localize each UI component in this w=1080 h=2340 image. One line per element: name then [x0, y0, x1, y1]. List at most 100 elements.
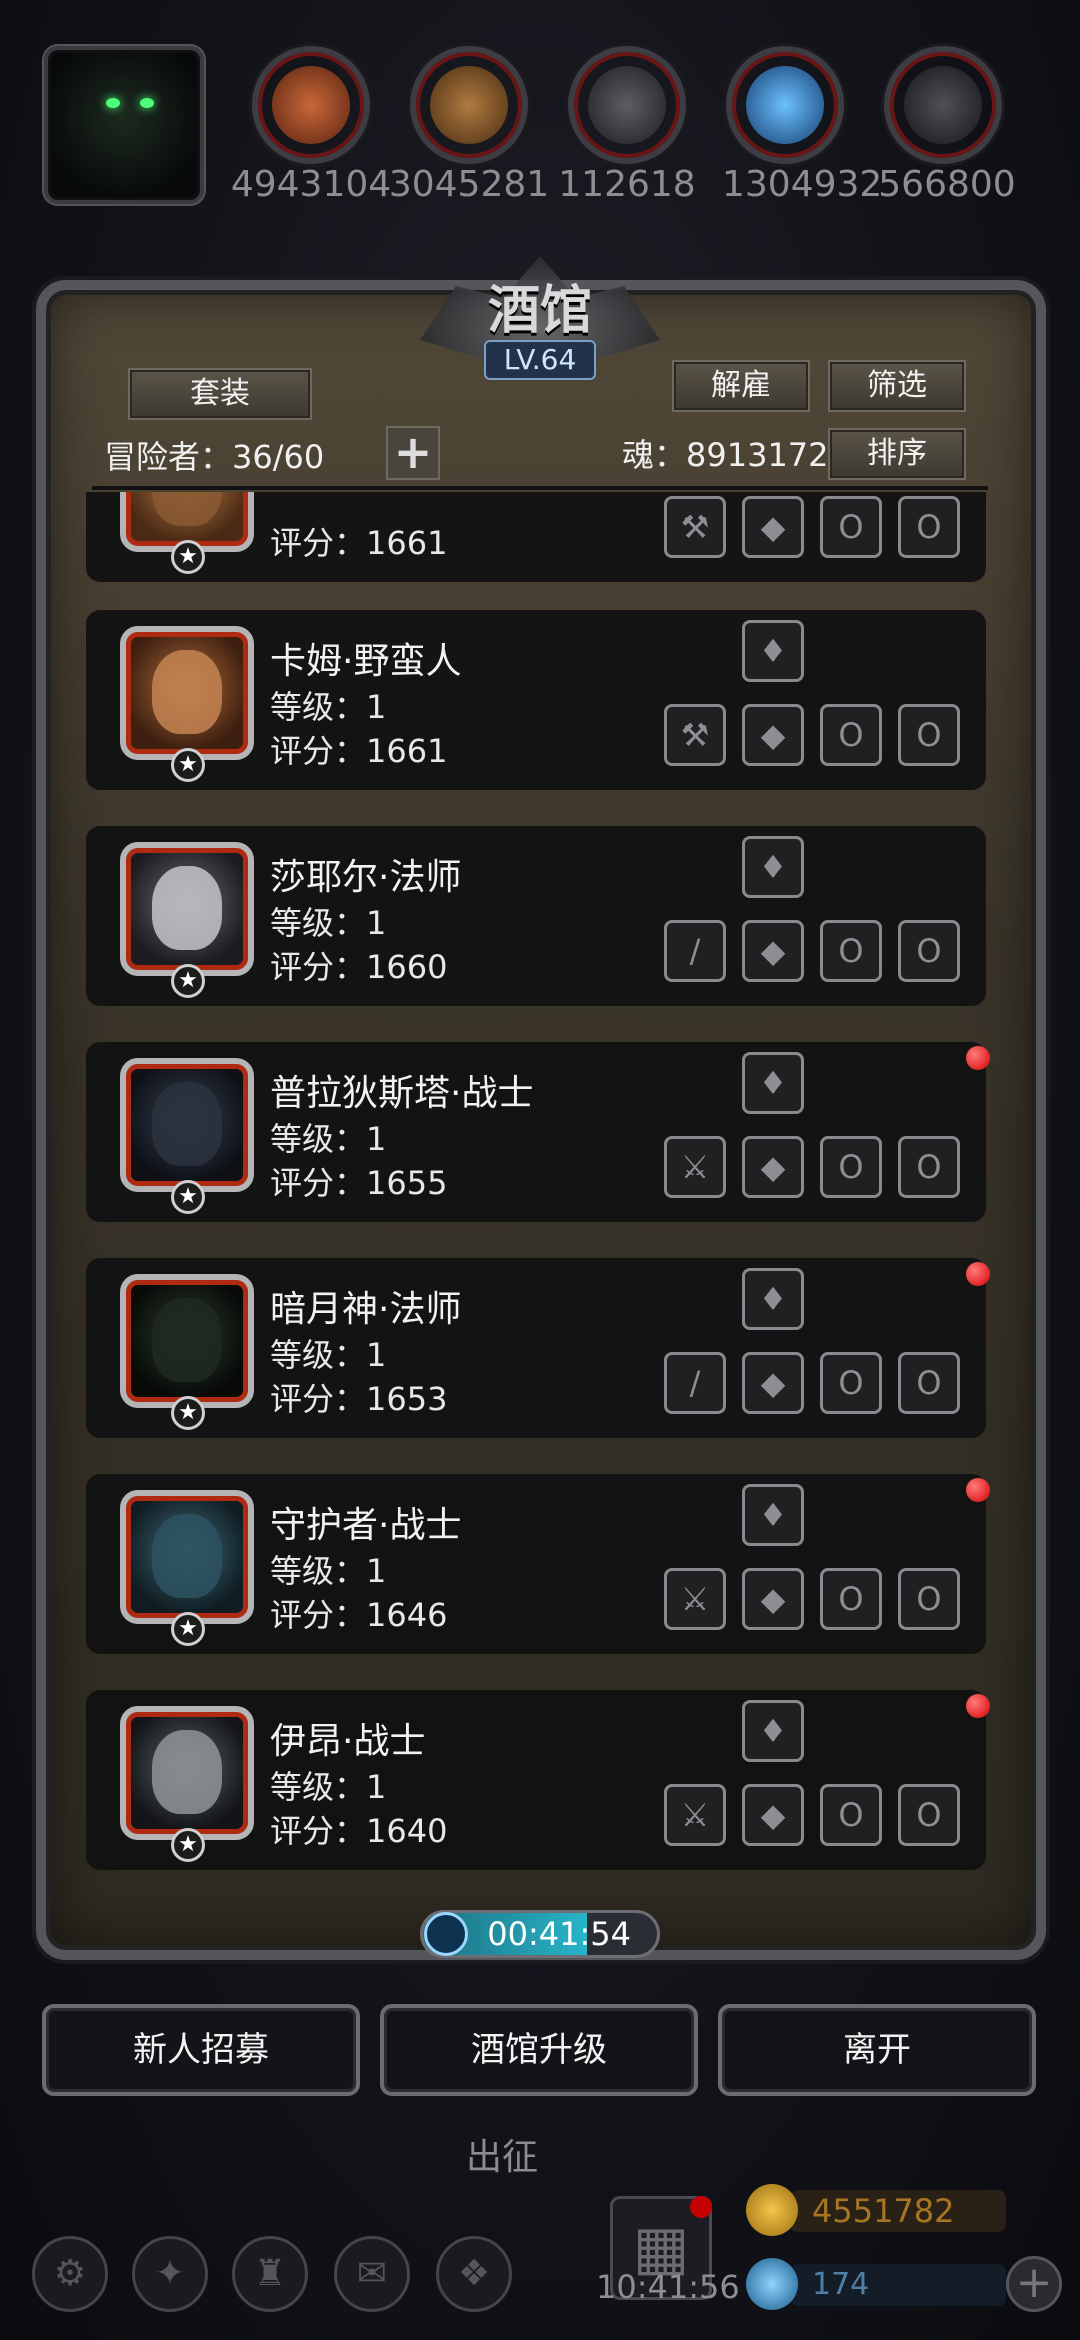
hero-score: 评分：1661: [270, 732, 448, 770]
ring-icon[interactable]: O: [820, 920, 882, 982]
armor-icon[interactable]: ◆: [742, 1568, 804, 1630]
armor-icon[interactable]: ◆: [742, 1136, 804, 1198]
hero-card[interactable]: ★ 莎耶尔·法师 等级：1 评分：1660 ♦ / ◆ O O: [86, 826, 986, 1006]
ring-icon[interactable]: O: [898, 704, 960, 766]
crystal-amount: 1304932: [722, 164, 883, 205]
star-nav-icon[interactable]: ✦: [132, 2236, 208, 2312]
ring-icon[interactable]: O: [820, 1136, 882, 1198]
armor-icon[interactable]: ◆: [742, 704, 804, 766]
hero-portrait: [120, 1490, 254, 1624]
fire-icon[interactable]: ♦: [742, 1700, 804, 1762]
star-icon: ★: [171, 1612, 205, 1646]
hero-card[interactable]: ★ 卡姆·野蛮人 等级：1 评分：1661 ♦ ⚒ ◆ O O: [86, 610, 986, 790]
depart-label: 出征: [466, 2137, 539, 2178]
meat-icon: [252, 46, 370, 164]
hero-name: 伊昂·战士: [270, 1721, 426, 1762]
hero-portrait: [120, 842, 254, 976]
notification-dot: [966, 1262, 990, 1286]
fire-icon[interactable]: ♦: [742, 1484, 804, 1546]
wood-amount: 3045281: [388, 164, 550, 205]
mail-icon[interactable]: ✉: [334, 2236, 410, 2312]
avatar-eye: [140, 98, 154, 108]
hero-name: 卡姆·野蛮人: [270, 641, 462, 682]
hero-card[interactable]: ★ 暗月神·法师 等级：1 评分：1653 ♦ / ◆ O O: [86, 1258, 990, 1438]
ring-icon[interactable]: O: [898, 1568, 960, 1630]
ring-icon[interactable]: O: [898, 1136, 960, 1198]
clock-icon: [424, 1912, 468, 1956]
hero-card[interactable]: ★ 普拉狄斯塔·战士 等级：1 评分：1655 ♦ ⚔ ◆ O O: [86, 1042, 990, 1222]
ring-icon[interactable]: O: [820, 704, 882, 766]
ring-icon[interactable]: O: [898, 920, 960, 982]
recruit-button[interactable]: 新人招募: [42, 2004, 360, 2096]
player-avatar[interactable]: [44, 46, 204, 204]
armor-icon[interactable]: ◆: [742, 920, 804, 982]
ring-icon[interactable]: O: [820, 1352, 882, 1414]
fire-icon[interactable]: ♦: [742, 1052, 804, 1114]
armor-icon[interactable]: ◆: [742, 1784, 804, 1846]
leave-button[interactable]: 离开: [718, 2004, 1036, 2096]
hero-name: 普拉狄斯塔·战士: [270, 1073, 534, 1114]
settings-icon[interactable]: ⚙: [32, 2236, 108, 2312]
gem-amount: 174: [790, 2264, 1006, 2306]
notification-dot: [690, 2196, 712, 2218]
axe-icon[interactable]: ⚒: [664, 704, 726, 766]
hero-card[interactable]: ★ 评分：1661 ⚒ ◆ O O: [86, 492, 986, 582]
star-icon: ★: [171, 748, 205, 782]
hero-name: 莎耶尔·法师: [270, 857, 462, 898]
hero-portrait: [120, 1058, 254, 1192]
sword-icon[interactable]: ⚔: [664, 1136, 726, 1198]
sword-icon[interactable]: ⚔: [664, 1568, 726, 1630]
hero-portrait: [120, 1706, 254, 1840]
star-icon: ★: [171, 1828, 205, 1862]
sort-button[interactable]: 排序: [828, 428, 966, 480]
castle-icon[interactable]: ♜: [232, 2236, 308, 2312]
adventurer-count: 冒险者：36/60: [104, 438, 325, 476]
armor-icon[interactable]: ◆: [742, 496, 804, 558]
crystal-icon: [726, 46, 844, 164]
ring-icon[interactable]: O: [820, 496, 882, 558]
sword-icon[interactable]: ⚔: [664, 1784, 726, 1846]
notification-dot: [966, 1694, 990, 1718]
hero-card[interactable]: ★ 伊昂·战士 等级：1 评分：1640 ♦ ⚔ ◆ O O: [86, 1690, 990, 1870]
star-icon: ★: [171, 1396, 205, 1430]
hero-score: 评分：1661: [270, 524, 448, 562]
ring-icon[interactable]: O: [820, 1568, 882, 1630]
hero-portrait: [120, 1274, 254, 1408]
upgrade-tavern-button[interactable]: 酒馆升级: [380, 2004, 698, 2096]
add-currency-button[interactable]: +: [1006, 2256, 1062, 2312]
armor-icon[interactable]: ◆: [742, 1352, 804, 1414]
gold-icon: [746, 2184, 798, 2236]
fire-icon[interactable]: ♦: [742, 836, 804, 898]
hero-score: 评分：1653: [270, 1380, 448, 1418]
hero-list[interactable]: ★ 评分：1661 ⚒ ◆ O O ★ 卡姆·野蛮人 等级：1 评分：1661 …: [86, 492, 998, 1870]
hero-portrait: [120, 626, 254, 760]
gold-amount: 4551782: [790, 2190, 1006, 2232]
staff-icon[interactable]: /: [664, 920, 726, 982]
fire-icon[interactable]: ♦: [742, 1268, 804, 1330]
meat-amount: 4943104: [230, 164, 392, 205]
ring-icon[interactable]: O: [898, 1352, 960, 1414]
star-icon: ★: [171, 540, 205, 574]
system-clock: 10:41:56: [596, 2268, 740, 2306]
hero-score: 评分：1655: [270, 1164, 448, 1202]
filter-button[interactable]: 筛选: [828, 360, 966, 412]
stone-amount: 566800: [878, 164, 1016, 205]
cube-icon[interactable]: ❖: [436, 2236, 512, 2312]
ring-icon[interactable]: O: [898, 1784, 960, 1846]
expand-capacity-button[interactable]: +: [386, 426, 440, 480]
dismiss-button[interactable]: 解雇: [672, 360, 810, 412]
soul-count: 魂：8913172: [622, 436, 829, 474]
fire-icon[interactable]: ♦: [742, 620, 804, 682]
ring-icon[interactable]: O: [898, 496, 960, 558]
hero-level: 等级：1: [270, 904, 387, 942]
stone-icon: [884, 46, 1002, 164]
header-divider: [92, 486, 988, 490]
notification-dot: [966, 1046, 990, 1070]
set-button[interactable]: 套装: [128, 368, 312, 420]
hero-level: 等级：1: [270, 1336, 387, 1374]
ring-icon[interactable]: O: [820, 1784, 882, 1846]
staff-icon[interactable]: /: [664, 1352, 726, 1414]
gem-icon: [746, 2258, 798, 2310]
hero-card[interactable]: ★ 守护者·战士 等级：1 评分：1646 ♦ ⚔ ◆ O O: [86, 1474, 990, 1654]
axe-icon[interactable]: ⚒: [664, 496, 726, 558]
